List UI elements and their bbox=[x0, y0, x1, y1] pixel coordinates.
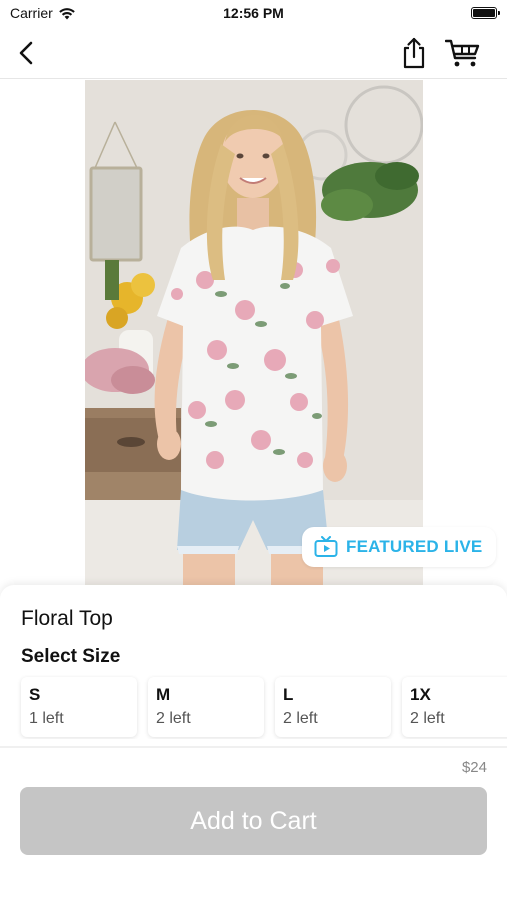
battery-icon bbox=[471, 7, 500, 19]
tv-play-icon bbox=[314, 536, 338, 557]
size-name: L bbox=[283, 685, 294, 704]
size-stock: 2 left bbox=[156, 710, 191, 727]
add-to-cart-button[interactable]: Add to Cart bbox=[20, 787, 487, 855]
size-name: 1X bbox=[410, 685, 431, 704]
size-name: S bbox=[29, 685, 41, 704]
size-stock: 2 left bbox=[410, 710, 445, 727]
status-time: 12:56 PM bbox=[223, 5, 284, 21]
status-bar: Carrier 12:56 PM bbox=[0, 0, 507, 28]
product-title: Floral Top bbox=[21, 607, 113, 630]
select-size-label: Select Size bbox=[21, 646, 121, 667]
size-stock: 1 left bbox=[29, 710, 64, 727]
size-name: M bbox=[156, 685, 171, 704]
size-option-m[interactable]: M 2 left bbox=[148, 677, 264, 737]
size-option-s[interactable]: S 1 left bbox=[21, 677, 137, 737]
product-photo bbox=[85, 80, 423, 585]
cart-button[interactable] bbox=[444, 36, 482, 70]
product-image[interactable] bbox=[85, 80, 423, 585]
chevron-left-icon bbox=[19, 41, 33, 65]
nav-bar bbox=[0, 28, 507, 79]
size-option-l[interactable]: L 2 left bbox=[275, 677, 391, 737]
size-stock: 2 left bbox=[283, 710, 318, 727]
featured-live-badge[interactable]: FEATURED LIVE bbox=[302, 527, 496, 567]
share-button[interactable] bbox=[398, 36, 430, 70]
cart-icon bbox=[445, 39, 480, 67]
size-options[interactable]: S 1 left M 2 left L 2 left 1X 2 left bbox=[0, 675, 507, 739]
product-price: $24 bbox=[461, 759, 487, 776]
featured-live-label: FEATURED LIVE bbox=[346, 537, 483, 556]
share-icon bbox=[403, 37, 425, 69]
divider bbox=[0, 746, 507, 748]
product-details-sheet: Floral Top Select Size S 1 left M 2 left… bbox=[0, 585, 507, 900]
size-option-1x[interactable]: 1X 2 left bbox=[402, 677, 507, 737]
back-button[interactable] bbox=[12, 38, 40, 68]
